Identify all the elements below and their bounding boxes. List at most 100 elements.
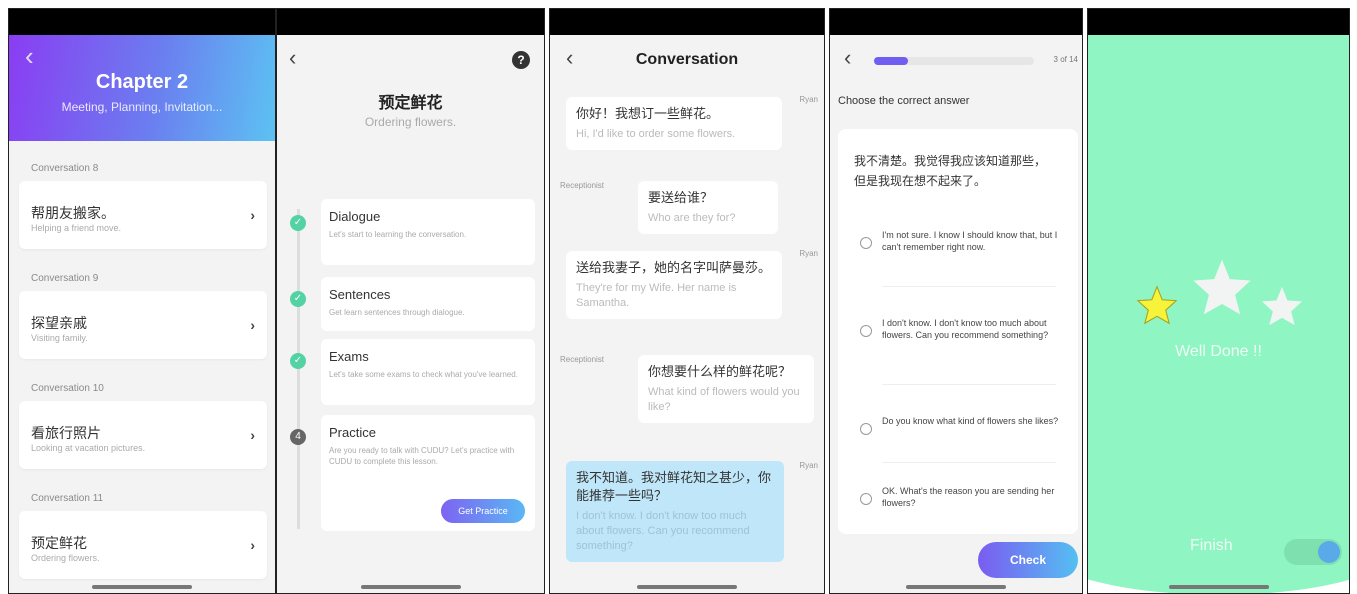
status-bar (830, 9, 1082, 35)
lesson-screen: ‹ ? 预定鲜花 Ordering flowers. ✓ Dialogue Le… (276, 8, 545, 594)
help-icon[interactable]: ? (512, 51, 530, 69)
star-empty-icon (1261, 286, 1303, 326)
message-zh: 送给我妻子，她的名字叫萨曼莎。 (576, 260, 772, 275)
status-bar (277, 9, 544, 35)
step-exams[interactable]: Exams Let's take some exams to check wha… (321, 339, 535, 405)
question-card: 我不清楚。我觉得我应该知道那些，但是我现在想不起来了。 I'm not sure… (838, 129, 1078, 534)
home-indicator (637, 585, 737, 589)
chevron-right-icon: › (250, 537, 255, 553)
home-indicator (906, 585, 1006, 589)
message-bubble[interactable]: 你好！我想订一些鲜花。 Hi, I'd like to order some f… (566, 97, 782, 150)
chevron-right-icon: › (250, 207, 255, 223)
conversation-label: Conversation 10 (31, 383, 104, 394)
radio-button[interactable] (860, 493, 872, 505)
chevron-right-icon: › (250, 427, 255, 443)
conversation-title-zh: 预定鲜花 (31, 535, 87, 551)
conversation-title-en: Ordering flowers. (31, 553, 100, 563)
chapter-screen: ‹ Chapter 2 Meeting, Planning, Invitatio… (8, 8, 276, 594)
lesson-title-zh: 预定鲜花 (378, 95, 443, 112)
chapter-title: Chapter 2 (95, 71, 189, 93)
chapter-header: ‹ Chapter 2 Meeting, Planning, Invitatio… (9, 35, 275, 141)
message-zh: 你想要什么样的鲜花呢？ (648, 364, 792, 379)
step-description: Are you ready to talk with CUDU? Let's p… (329, 446, 515, 466)
step-practice[interactable]: Practice Are you ready to talk with CUDU… (321, 415, 535, 531)
star-filled-icon (1136, 285, 1178, 325)
step-title: Dialogue (329, 209, 381, 224)
message-zh: 你好！我想订一些鲜花。 (576, 106, 720, 121)
message-bubble[interactable]: 你想要什么样的鲜花呢？ What kind of flowers would y… (638, 355, 814, 423)
lesson-title-en: Ordering flowers. (364, 115, 457, 129)
conversation-title-zh: 帮朋友搬家。 (31, 205, 115, 221)
back-icon[interactable]: ‹ (25, 41, 34, 72)
message-bubble[interactable]: 送给我妻子，她的名字叫萨曼莎。 They're for my Wife. Her… (566, 251, 782, 319)
speaker-name: Ryan (799, 95, 818, 104)
progress-count: 3 of 14 (1053, 55, 1078, 64)
message-bubble[interactable]: 要送给谁？ Who are they for? (638, 181, 778, 234)
divider (882, 384, 1056, 385)
progress-line (297, 209, 300, 529)
answer-option[interactable]: Do you know what kind of flowers she lik… (850, 411, 1068, 463)
conversation-card[interactable]: 探望亲戚 Visiting family. › (19, 291, 267, 359)
progress-fill (874, 57, 909, 65)
page-title: Conversation (635, 51, 739, 68)
status-bar (9, 9, 275, 35)
message-en: Who are they for? (648, 212, 736, 224)
message-en: I don't know. I don't know too much abou… (576, 510, 750, 552)
completion-screen: Well Done !! Finish (1087, 8, 1350, 594)
speaker-name: Receptionist (560, 355, 605, 364)
step-number-badge: 4 (290, 429, 306, 445)
step-description: Let's take some exams to check what you'… (329, 370, 518, 379)
message-en: Hi, I'd like to order some flowers. (576, 128, 736, 140)
message-en: They're for my Wife. Her name is Samanth… (576, 282, 737, 309)
get-practice-button[interactable]: Get Practice (441, 499, 525, 523)
check-icon: ✓ (290, 353, 306, 369)
conversation-screen: ‹ Conversation Ryan 你好！我想订一些鲜花。 Hi, I'd … (549, 8, 825, 594)
conversation-title-en: Looking at vacation pictures. (31, 443, 146, 453)
progress-bar (874, 57, 1034, 65)
star-empty-icon (1193, 259, 1251, 315)
step-title: Sentences (329, 287, 391, 302)
message-en: What kind of flowers would you like? (648, 386, 800, 413)
back-icon[interactable]: ‹ (289, 45, 296, 71)
answer-option[interactable]: I don't know. I don't know too much abou… (850, 313, 1068, 385)
conversation-card[interactable]: 预定鲜花 Ordering flowers. › (19, 511, 267, 579)
answer-option[interactable]: OK. What's the reason you are sending he… (850, 481, 1068, 521)
answer-text: OK. What's the reason you are sending he… (882, 486, 1055, 508)
message-bubble-highlighted[interactable]: 我不知道。我对鲜花知之甚少，你能推荐一些吗？ I don't know. I d… (566, 461, 784, 562)
divider (882, 462, 1056, 463)
answer-text: I don't know. I don't know too much abou… (882, 318, 1049, 340)
check-button[interactable]: Check (978, 542, 1078, 578)
conversation-title-zh: 探望亲戚 (31, 315, 87, 331)
chevron-right-icon: › (250, 317, 255, 333)
home-indicator (92, 585, 192, 589)
message-zh: 我不知道。我对鲜花知之甚少，你能推荐一些吗？ (576, 470, 772, 503)
check-icon: ✓ (290, 215, 306, 231)
speaker-name: Receptionist (560, 181, 605, 190)
question-prompt: Choose the correct answer (838, 95, 970, 107)
chapter-subtitle: Meeting, Planning, Invitation... (61, 100, 223, 114)
speaker-name: Ryan (799, 249, 818, 258)
conversation-title-en: Helping a friend move. (31, 223, 122, 233)
step-dialogue[interactable]: Dialogue Let's start to learning the con… (321, 199, 535, 265)
conversation-card[interactable]: 帮朋友搬家。 Helping a friend move. › (19, 181, 267, 249)
status-bar (550, 9, 824, 35)
message-zh: 要送给谁？ (648, 190, 714, 205)
answer-text: Do you know what kind of flowers she lik… (882, 416, 1059, 426)
conversation-card[interactable]: 看旅行照片 Looking at vacation pictures. › (19, 401, 267, 469)
divider (882, 286, 1056, 287)
quiz-screen: ‹ 3 of 14 Choose the correct answer 我不清楚… (829, 8, 1083, 594)
back-icon[interactable]: ‹ (844, 45, 851, 71)
answer-option[interactable]: I'm not sure. I know I should know that,… (850, 225, 1068, 287)
step-title: Exams (329, 349, 369, 364)
toggle-switch[interactable] (1284, 539, 1342, 565)
step-sentences[interactable]: Sentences Get learn sentences through di… (321, 277, 535, 331)
radio-button[interactable] (860, 423, 872, 435)
conversation-title-zh: 看旅行照片 (31, 425, 101, 441)
radio-button[interactable] (860, 237, 872, 249)
step-title: Practice (329, 425, 376, 440)
conversation-label: Conversation 8 (31, 163, 99, 174)
home-indicator (360, 585, 461, 589)
radio-button[interactable] (860, 325, 872, 337)
step-description: Let's start to learning the conversation… (329, 230, 467, 239)
finish-button[interactable]: Finish (1190, 537, 1233, 555)
